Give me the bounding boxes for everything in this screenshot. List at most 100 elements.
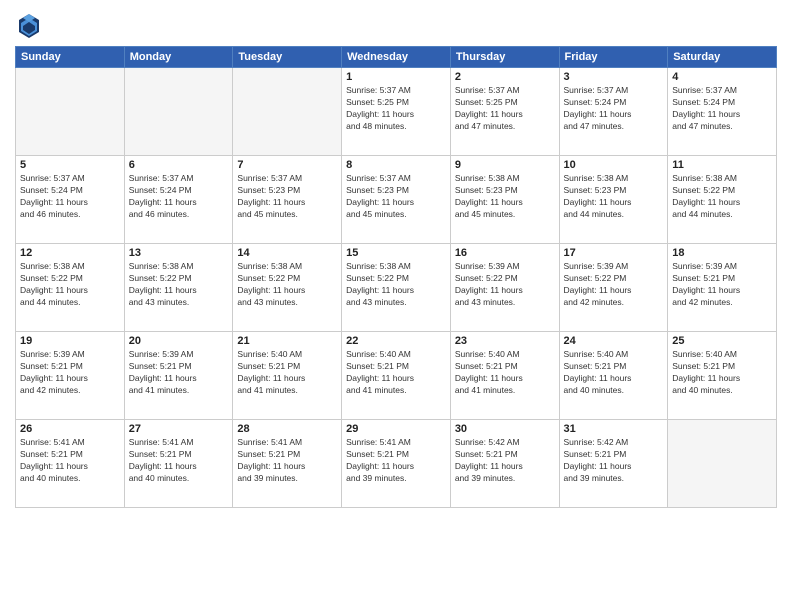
calendar-day-cell: 4 Sunrise: 5:37 AM Sunset: 5:24 PM Daylig… xyxy=(668,68,777,156)
calendar-day-cell: 1 Sunrise: 5:37 AM Sunset: 5:25 PM Daylig… xyxy=(342,68,451,156)
day-info: Sunrise: 5:39 AM Sunset: 5:22 PM Dayligh… xyxy=(564,261,664,309)
day-number: 12 xyxy=(20,247,120,259)
calendar-week-row: 19 Sunrise: 5:39 AM Sunset: 5:21 PM Dayli… xyxy=(16,332,777,420)
calendar-day-cell: 16Sunrise: 5:39 AM Sunset: 5:22 PM Dayli… xyxy=(450,244,559,332)
day-info: Sunrise: 5:41 AM Sunset: 5:21 PM Dayligh… xyxy=(346,437,446,485)
day-info: Sunrise: 5:38 AM Sunset: 5:23 PM Dayligh… xyxy=(564,173,664,221)
calendar-day-cell: 31 Sunrise: 5:42 AM Sunset: 5:21 PM Dayli… xyxy=(559,420,668,508)
day-info: Sunrise: 5:39 AM Sunset: 5:21 PM Dayligh… xyxy=(20,349,120,397)
weekday-header: Monday xyxy=(124,47,233,68)
calendar-day-cell: 12 Sunrise: 5:38 AM Sunset: 5:22 PM Dayli… xyxy=(16,244,125,332)
day-info: Sunrise: 5:37 AM Sunset: 5:24 PM Dayligh… xyxy=(564,85,664,133)
day-number: 25 xyxy=(672,335,772,347)
day-number: 29 xyxy=(346,423,446,435)
weekday-header: Tuesday xyxy=(233,47,342,68)
calendar-week-row: 5 Sunrise: 5:37 AM Sunset: 5:24 PM Daylig… xyxy=(16,156,777,244)
day-info: Sunrise: 5:40 AM Sunset: 5:21 PM Dayligh… xyxy=(564,349,664,397)
calendar-day-cell: 28 Sunrise: 5:41 AM Sunset: 5:21 PM Dayli… xyxy=(233,420,342,508)
day-info: Sunrise: 5:39 AM Sunset: 5:22 PM Dayligh… xyxy=(455,261,555,309)
calendar-day-cell: 8 Sunrise: 5:37 AM Sunset: 5:23 PM Daylig… xyxy=(342,156,451,244)
day-info: Sunrise: 5:38 AM Sunset: 5:22 PM Dayligh… xyxy=(672,173,772,221)
day-number: 6 xyxy=(129,159,229,171)
day-info: Sunrise: 5:38 AM Sunset: 5:22 PM Dayligh… xyxy=(129,261,229,309)
header xyxy=(15,10,777,38)
day-number: 21 xyxy=(237,335,337,347)
calendar-day-cell: 17 Sunrise: 5:39 AM Sunset: 5:22 PM Dayli… xyxy=(559,244,668,332)
day-number: 22 xyxy=(346,335,446,347)
calendar-day-cell: 6 Sunrise: 5:37 AM Sunset: 5:24 PM Daylig… xyxy=(124,156,233,244)
calendar-day-cell: 15 Sunrise: 5:38 AM Sunset: 5:22 PM Dayli… xyxy=(342,244,451,332)
day-info: Sunrise: 5:37 AM Sunset: 5:25 PM Dayligh… xyxy=(455,85,555,133)
day-number: 19 xyxy=(20,335,120,347)
day-number: 18 xyxy=(672,247,772,259)
day-number: 1 xyxy=(346,71,446,83)
calendar-day-cell: 23 Sunrise: 5:40 AM Sunset: 5:21 PM Dayli… xyxy=(450,332,559,420)
weekday-header: Sunday xyxy=(16,47,125,68)
calendar-day-cell: 18 Sunrise: 5:39 AM Sunset: 5:21 PM Dayli… xyxy=(668,244,777,332)
day-info: Sunrise: 5:37 AM Sunset: 5:24 PM Dayligh… xyxy=(129,173,229,221)
day-number: 10 xyxy=(564,159,664,171)
day-number: 31 xyxy=(564,423,664,435)
day-info: Sunrise: 5:37 AM Sunset: 5:24 PM Dayligh… xyxy=(20,173,120,221)
calendar-day-cell: 26Sunrise: 5:41 AM Sunset: 5:21 PM Dayli… xyxy=(16,420,125,508)
weekday-header: Wednesday xyxy=(342,47,451,68)
day-info: Sunrise: 5:38 AM Sunset: 5:22 PM Dayligh… xyxy=(237,261,337,309)
day-info: Sunrise: 5:38 AM Sunset: 5:22 PM Dayligh… xyxy=(20,261,120,309)
day-info: Sunrise: 5:38 AM Sunset: 5:22 PM Dayligh… xyxy=(346,261,446,309)
day-info: Sunrise: 5:37 AM Sunset: 5:23 PM Dayligh… xyxy=(237,173,337,221)
calendar-day-cell: 25 Sunrise: 5:40 AM Sunset: 5:21 PM Dayli… xyxy=(668,332,777,420)
day-info: Sunrise: 5:39 AM Sunset: 5:21 PM Dayligh… xyxy=(672,261,772,309)
day-info: Sunrise: 5:39 AM Sunset: 5:21 PM Dayligh… xyxy=(129,349,229,397)
weekday-header: Friday xyxy=(559,47,668,68)
calendar-day-cell: 20 Sunrise: 5:39 AM Sunset: 5:21 PM Dayli… xyxy=(124,332,233,420)
calendar-day-cell: 13 Sunrise: 5:38 AM Sunset: 5:22 PM Dayli… xyxy=(124,244,233,332)
calendar-day-cell: 7 Sunrise: 5:37 AM Sunset: 5:23 PM Daylig… xyxy=(233,156,342,244)
day-number: 5 xyxy=(20,159,120,171)
weekday-header: Saturday xyxy=(668,47,777,68)
day-info: Sunrise: 5:40 AM Sunset: 5:21 PM Dayligh… xyxy=(672,349,772,397)
day-number: 13 xyxy=(129,247,229,259)
day-number: 28 xyxy=(237,423,337,435)
day-info: Sunrise: 5:38 AM Sunset: 5:23 PM Dayligh… xyxy=(455,173,555,221)
calendar-header-row: SundayMondayTuesdayWednesdayThursdayFrid… xyxy=(16,47,777,68)
day-number: 11 xyxy=(672,159,772,171)
calendar-day-cell xyxy=(233,68,342,156)
day-number: 2 xyxy=(455,71,555,83)
page: SundayMondayTuesdayWednesdayThursdayFrid… xyxy=(0,0,792,612)
day-number: 23 xyxy=(455,335,555,347)
day-info: Sunrise: 5:42 AM Sunset: 5:21 PM Dayligh… xyxy=(564,437,664,485)
calendar-day-cell: 19 Sunrise: 5:39 AM Sunset: 5:21 PM Dayli… xyxy=(16,332,125,420)
logo-icon xyxy=(15,10,43,38)
day-info: Sunrise: 5:40 AM Sunset: 5:21 PM Dayligh… xyxy=(346,349,446,397)
calendar-day-cell: 11 Sunrise: 5:38 AM Sunset: 5:22 PM Dayli… xyxy=(668,156,777,244)
day-number: 15 xyxy=(346,247,446,259)
day-number: 4 xyxy=(672,71,772,83)
day-number: 8 xyxy=(346,159,446,171)
day-number: 26 xyxy=(20,423,120,435)
day-info: Sunrise: 5:41 AM Sunset: 5:21 PM Dayligh… xyxy=(237,437,337,485)
day-number: 27 xyxy=(129,423,229,435)
calendar-week-row: 12 Sunrise: 5:38 AM Sunset: 5:22 PM Dayli… xyxy=(16,244,777,332)
calendar-day-cell: 21Sunrise: 5:40 AM Sunset: 5:21 PM Dayli… xyxy=(233,332,342,420)
day-number: 17 xyxy=(564,247,664,259)
calendar-day-cell: 2 Sunrise: 5:37 AM Sunset: 5:25 PM Daylig… xyxy=(450,68,559,156)
day-info: Sunrise: 5:41 AM Sunset: 5:21 PM Dayligh… xyxy=(129,437,229,485)
calendar-day-cell xyxy=(668,420,777,508)
calendar-day-cell: 30Sunrise: 5:42 AM Sunset: 5:21 PM Dayli… xyxy=(450,420,559,508)
day-number: 20 xyxy=(129,335,229,347)
calendar-day-cell: 5 Sunrise: 5:37 AM Sunset: 5:24 PM Daylig… xyxy=(16,156,125,244)
day-info: Sunrise: 5:40 AM Sunset: 5:21 PM Dayligh… xyxy=(455,349,555,397)
day-number: 7 xyxy=(237,159,337,171)
day-number: 3 xyxy=(564,71,664,83)
calendar-day-cell: 3 Sunrise: 5:37 AM Sunset: 5:24 PM Daylig… xyxy=(559,68,668,156)
calendar-day-cell: 27 Sunrise: 5:41 AM Sunset: 5:21 PM Dayli… xyxy=(124,420,233,508)
calendar-day-cell: 22 Sunrise: 5:40 AM Sunset: 5:21 PM Dayli… xyxy=(342,332,451,420)
calendar-day-cell xyxy=(124,68,233,156)
day-info: Sunrise: 5:37 AM Sunset: 5:24 PM Dayligh… xyxy=(672,85,772,133)
day-info: Sunrise: 5:42 AM Sunset: 5:21 PM Dayligh… xyxy=(455,437,555,485)
day-number: 9 xyxy=(455,159,555,171)
day-info: Sunrise: 5:37 AM Sunset: 5:25 PM Dayligh… xyxy=(346,85,446,133)
weekday-header: Thursday xyxy=(450,47,559,68)
day-info: Sunrise: 5:37 AM Sunset: 5:23 PM Dayligh… xyxy=(346,173,446,221)
day-number: 14 xyxy=(237,247,337,259)
